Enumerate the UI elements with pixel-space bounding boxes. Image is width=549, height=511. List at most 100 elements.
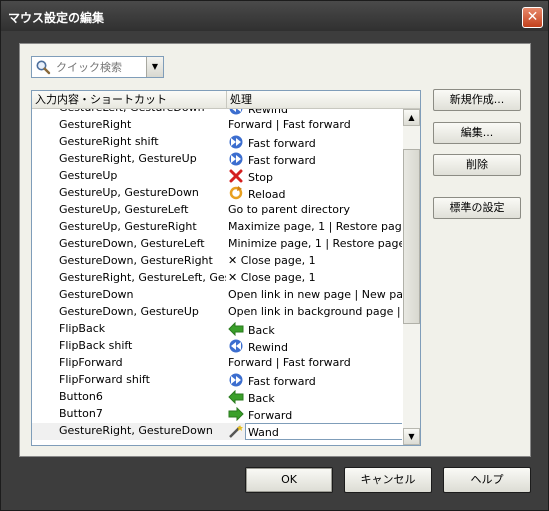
action-cell: Rewind <box>228 109 402 116</box>
edit-button[interactable]: 編集... <box>433 122 521 144</box>
action-label: Open link in background page | ...... <box>228 305 402 318</box>
action-cell: Fast forward <box>228 152 402 167</box>
action-cell: Rewind <box>228 339 402 354</box>
list-row[interactable]: Button7 Forward <box>32 406 402 423</box>
input-cell: FlipBack shift <box>59 339 133 352</box>
column-header-input[interactable]: 入力内容・ショートカット <box>32 91 227 109</box>
action-label: Fast forward <box>248 137 316 150</box>
action-label: Reload <box>248 188 286 201</box>
action-label: Rewind <box>248 109 288 116</box>
list-row[interactable]: GestureUp, GestureRight Maximize page, 1 … <box>32 219 402 236</box>
vertical-scrollbar[interactable]: ▲ ▼ <box>403 109 420 445</box>
input-cell: GestureDown, GestureLeft <box>59 237 205 250</box>
action-label: Wand <box>248 426 279 439</box>
action-cell: Reload <box>228 186 402 201</box>
arrow-down-icon: ▼ <box>408 432 415 441</box>
list-row[interactable]: GestureRight shift Fast forward <box>32 134 402 151</box>
new-button[interactable]: 新規作成... <box>433 89 521 111</box>
action-cell: Open link in new page | New page <box>228 288 402 301</box>
restore-defaults-button[interactable]: 標準の設定 <box>433 197 521 219</box>
cancel-button[interactable]: キャンセル <box>344 467 432 493</box>
action-label: Minimize page, 1 | Restore page, 1 <box>228 237 402 250</box>
action-label: Fast forward <box>248 375 316 388</box>
action-cell: Forward <box>228 407 402 422</box>
list-row[interactable]: GestureRight Forward | Fast forward <box>32 117 402 134</box>
action-label: ✕ Close page, 1 <box>228 254 316 267</box>
list-row[interactable]: FlipForward shift Fast forward <box>32 372 402 389</box>
action-cell: Maximize page, 1 | Restore page,... <box>228 220 402 233</box>
list-row[interactable]: GestureUp Stop <box>32 168 402 185</box>
column-header-action[interactable]: 処理 <box>227 91 420 109</box>
rewind-icon <box>228 109 244 115</box>
list-rows: GestureLeft, GestureDownRewindGestureRig… <box>32 109 402 445</box>
scroll-up-button[interactable]: ▲ <box>403 109 420 126</box>
input-cell: FlipBack <box>59 322 106 335</box>
list-row[interactable]: GestureRight, GestureUp Fast forward <box>32 151 402 168</box>
action-cell: Stop <box>228 169 402 184</box>
delete-button[interactable]: 削除 <box>433 154 521 176</box>
input-cell: GestureDown, GestureRight <box>59 254 213 267</box>
action-label: Forward | Fast forward <box>228 118 351 131</box>
list-row[interactable]: GestureRight, GestureDown Wand <box>32 423 402 440</box>
list-row[interactable]: GestureDown, GestureUp Open link in backg… <box>32 304 402 321</box>
help-button[interactable]: ヘルプ <box>443 467 531 493</box>
quick-search-combobox[interactable]: ▼ <box>31 56 164 78</box>
list-row[interactable]: GestureUp, GestureLeft Go to parent direc… <box>32 202 402 219</box>
input-cell: GestureRight, GestureUp <box>59 152 197 165</box>
arrow-up-icon: ▲ <box>408 113 415 122</box>
list-row[interactable]: GestureLeft, GestureDown Rewind <box>32 109 402 117</box>
input-cell: GestureRight shift <box>59 135 159 148</box>
action-cell: Forward | Fast forward <box>228 356 402 369</box>
action-cell: Fast forward <box>228 373 402 388</box>
window-title: マウス設定の編集 <box>8 11 105 25</box>
action-label: Back <box>248 324 275 337</box>
list-row[interactable]: FlipBack shift Rewind <box>32 338 402 355</box>
search-dropdown-button[interactable]: ▼ <box>146 57 163 77</box>
action-cell: ✕ Close page, 1 <box>228 271 402 284</box>
action-label: Forward | Fast forward <box>228 356 351 369</box>
close-icon: ✕ <box>526 9 539 25</box>
list-row[interactable]: FlipBack Back <box>32 321 402 338</box>
reload-icon <box>228 186 244 200</box>
list-row[interactable]: FlipForward Forward | Fast forward <box>32 355 402 372</box>
action-cell: Fast forward <box>228 135 402 150</box>
action-cell: Minimize page, 1 | Restore page, 1 <box>228 237 402 250</box>
input-cell: FlipForward shift <box>59 373 150 386</box>
input-cell: GestureUp, GestureLeft <box>59 203 189 216</box>
wand-icon <box>228 424 244 438</box>
close-button[interactable]: ✕ <box>522 7 543 28</box>
action-label: Rewind <box>248 341 288 354</box>
input-cell: Button6 <box>59 390 103 403</box>
scrollbar-thumb[interactable] <box>403 149 420 324</box>
action-cell: Go to parent directory <box>228 203 402 216</box>
input-cell: GestureUp, GestureDown <box>59 186 199 199</box>
scroll-down-button[interactable]: ▼ <box>403 428 420 445</box>
title-bar[interactable]: マウス設定の編集 ✕ <box>1 1 548 31</box>
input-cell: GestureUp, GestureRight <box>59 220 197 233</box>
stop-icon <box>228 169 244 183</box>
ok-button[interactable]: OK <box>245 467 333 493</box>
list-row[interactable]: GestureRight, GestureLeft, Ges... ✕ Close… <box>32 270 402 287</box>
rewind-icon <box>228 339 244 353</box>
input-cell: GestureRight <box>59 118 132 131</box>
list-row[interactable]: GestureDown, GestureRight ✕ Close page, 1 <box>32 253 402 270</box>
dialog-body: ▼ 入力内容・ショートカット 処理 GestureLeft, GestureDo… <box>19 43 531 457</box>
fast-forward-icon <box>228 152 244 166</box>
action-label: Stop <box>248 171 274 184</box>
list-row[interactable]: GestureUp, GestureDown Reload <box>32 185 402 202</box>
action-cell: Forward | Fast forward <box>228 118 402 131</box>
dialog-window: マウス設定の編集 ✕ ▼ 入力内容・ショートカット 処理 GestureLeft… <box>0 0 549 511</box>
input-cell: FlipForward <box>59 356 123 369</box>
input-cell: GestureRight, GestureDown <box>59 424 213 437</box>
back-icon <box>228 390 244 405</box>
input-cell: GestureDown <box>59 288 134 301</box>
search-input[interactable] <box>54 58 144 76</box>
shortcut-list[interactable]: 入力内容・ショートカット 処理 GestureLeft, GestureDown… <box>31 90 421 446</box>
input-cell: GestureRight, GestureLeft, Ges... <box>59 271 226 284</box>
list-row[interactable]: GestureDown Open link in new page | New p… <box>32 287 402 304</box>
list-row[interactable]: GestureDown, GestureLeft Minimize page, 1… <box>32 236 402 253</box>
action-cell: ✕ Close page, 1 <box>228 254 402 267</box>
list-row[interactable]: Button6 Back <box>32 389 402 406</box>
input-cell: Button7 <box>59 407 103 420</box>
action-label: Back <box>248 392 275 405</box>
